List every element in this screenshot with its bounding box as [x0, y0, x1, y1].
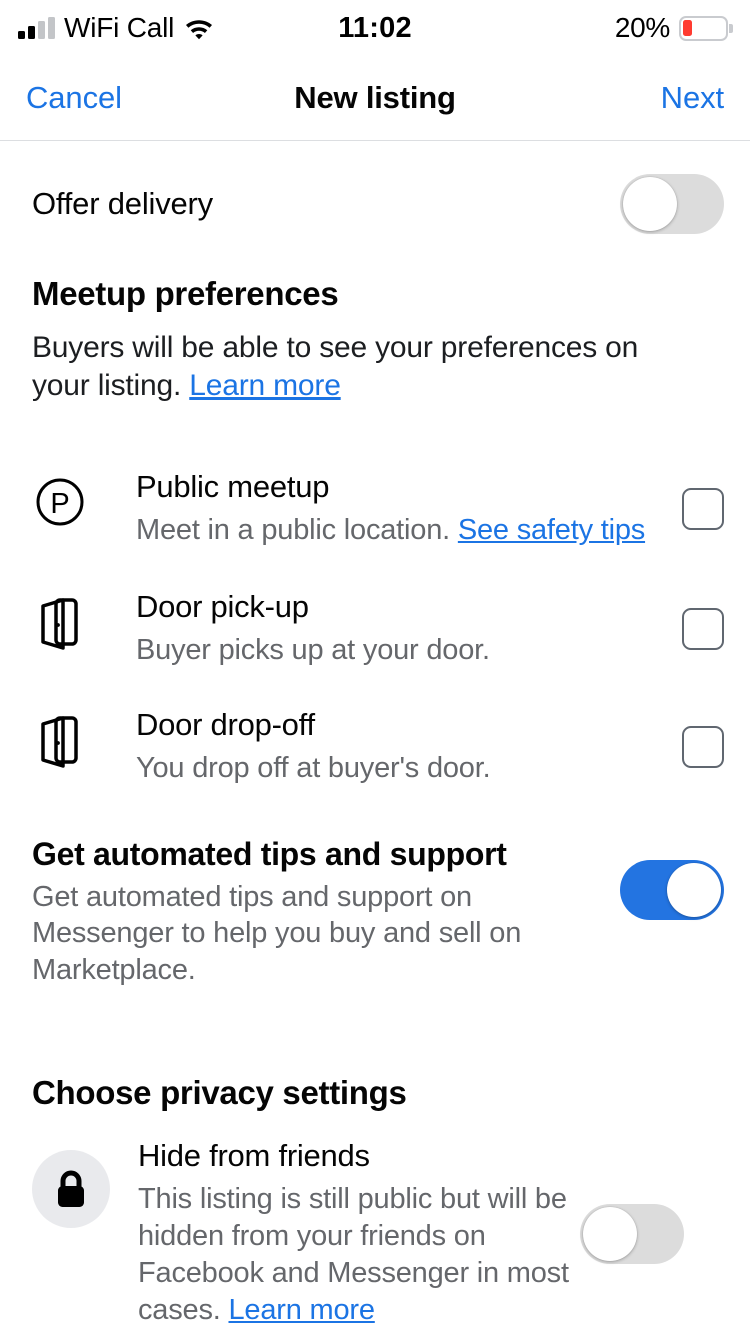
hide-from-friends-toggle[interactable] [580, 1204, 684, 1265]
option-title: Door pick-up [136, 588, 309, 624]
meetup-learn-more-link[interactable]: Learn more [189, 369, 341, 402]
automated-tips-title: Get automated tips and support [32, 835, 507, 872]
phone-screen: WiFi Call 11:02 20% Cancel New listing N… [0, 0, 750, 1334]
battery-percent-label: 20% [614, 12, 670, 43]
toggle-knob [583, 1207, 637, 1262]
checkbox-door-dropoff[interactable] [682, 725, 724, 768]
meetup-heading: Meetup preferences [32, 275, 339, 312]
option-subtitle-text: Meet in a public location. [136, 513, 458, 546]
meetup-preferences-header: Meetup preferences Buyers will be able t… [0, 237, 750, 406]
option-text-public-meetup: Public meetup Meet in a public location.… [88, 466, 682, 548]
form-scroll-area[interactable]: Offer delivery Meetup preferences Buyers… [0, 141, 750, 1334]
option-title: Door drop-off [136, 706, 315, 742]
carrier-label: WiFi Call [64, 12, 175, 43]
toggle-knob [623, 177, 677, 231]
option-subtitle: Meet in a public location. See safety ti… [136, 513, 682, 548]
status-bar-left: WiFi Call [18, 12, 215, 44]
hide-from-friends-text: Hide from friends This listing is still … [110, 1138, 580, 1328]
toggle-knob [667, 862, 721, 917]
privacy-learn-more-link[interactable]: Learn more [228, 1294, 375, 1326]
next-button[interactable]: Next [659, 76, 726, 120]
automated-tips-description: Get automated tips and support on Messen… [32, 880, 522, 986]
checkbox-door-pickup[interactable] [682, 607, 724, 650]
option-row-door-dropoff[interactable]: Door drop-off You drop off at buyer's do… [0, 704, 750, 808]
see-safety-tips-link[interactable]: See safety tips [458, 514, 645, 546]
option-row-public-meetup[interactable]: P Public meetup Meet in a public locatio… [0, 466, 750, 570]
hide-from-friends-description: This listing is still public but will be… [138, 1181, 580, 1328]
meetup-description: Buyers will be able to see your preferen… [32, 329, 657, 406]
hide-from-friends-row: Hide from friends This listing is still … [0, 1138, 750, 1328]
option-subtitle: You drop off at buyer's door. [136, 751, 491, 784]
checkbox-public-meetup[interactable] [682, 487, 724, 530]
parking-circle-icon: P [32, 466, 88, 528]
lock-icon [32, 1150, 110, 1229]
open-door-icon [32, 704, 88, 770]
wifi-icon [183, 16, 215, 40]
offer-delivery-toggle[interactable] [620, 174, 724, 234]
offer-delivery-label: Offer delivery [32, 186, 213, 221]
automated-tips-text: Get automated tips and support Get autom… [32, 836, 612, 989]
privacy-heading: Choose privacy settings [32, 1074, 407, 1112]
status-bar: WiFi Call 11:02 20% [0, 0, 750, 56]
open-door-icon [32, 586, 88, 652]
privacy-settings-header: Choose privacy settings [0, 1074, 750, 1112]
option-row-door-pickup[interactable]: Door pick-up Buyer picks up at your door… [0, 586, 750, 690]
option-text-door-dropoff: Door drop-off You drop off at buyer's do… [88, 704, 682, 786]
automated-tips-toggle[interactable] [620, 859, 724, 920]
signal-bars-icon [18, 17, 55, 39]
offer-delivery-row: Offer delivery [0, 141, 750, 237]
option-text-door-pickup: Door pick-up Buyer picks up at your door… [88, 586, 682, 668]
option-title: Public meetup [136, 468, 330, 504]
automated-tips-row: Get automated tips and support Get autom… [0, 836, 750, 989]
option-subtitle: Buyer picks up at your door. [136, 633, 490, 666]
svg-text:P: P [50, 488, 69, 520]
navigation-bar: Cancel New listing Next [0, 56, 750, 141]
cancel-button[interactable]: Cancel [24, 76, 124, 120]
status-bar-right: 20% [614, 12, 733, 44]
battery-icon [679, 15, 733, 41]
hide-from-friends-title: Hide from friends [138, 1138, 370, 1174]
